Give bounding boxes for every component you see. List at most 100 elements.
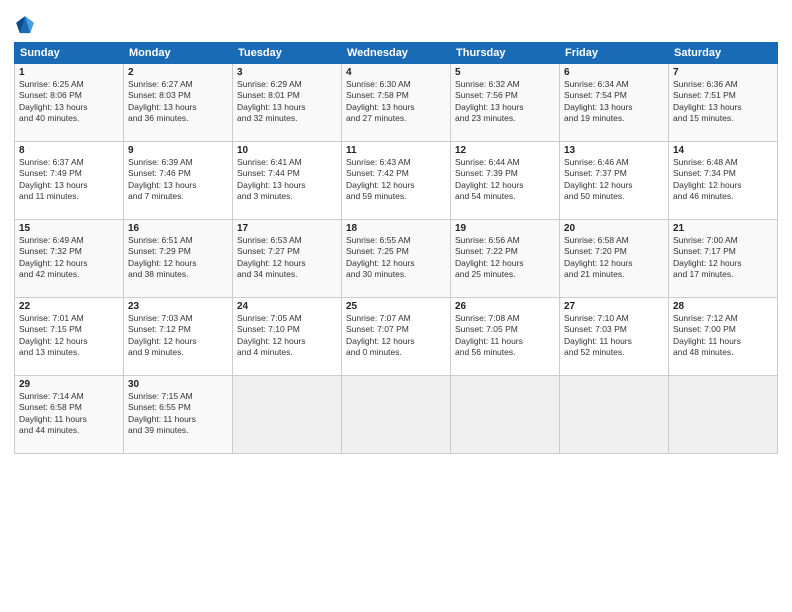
day-number: 24 xyxy=(237,301,337,312)
calendar-cell: 23Sunrise: 7:03 AM Sunset: 7:12 PM Dayli… xyxy=(124,298,233,376)
day-number: 1 xyxy=(19,67,119,78)
calendar-week-2: 8Sunrise: 6:37 AM Sunset: 7:49 PM Daylig… xyxy=(15,142,778,220)
calendar-cell: 19Sunrise: 6:56 AM Sunset: 7:22 PM Dayli… xyxy=(451,220,560,298)
calendar-cell: 25Sunrise: 7:07 AM Sunset: 7:07 PM Dayli… xyxy=(342,298,451,376)
calendar-cell xyxy=(342,376,451,454)
calendar-cell: 16Sunrise: 6:51 AM Sunset: 7:29 PM Dayli… xyxy=(124,220,233,298)
day-info: Sunrise: 7:03 AM Sunset: 7:12 PM Dayligh… xyxy=(128,313,228,359)
day-number: 20 xyxy=(564,223,664,234)
day-info: Sunrise: 7:01 AM Sunset: 7:15 PM Dayligh… xyxy=(19,313,119,359)
day-number: 6 xyxy=(564,67,664,78)
calendar-cell: 10Sunrise: 6:41 AM Sunset: 7:44 PM Dayli… xyxy=(233,142,342,220)
day-number: 12 xyxy=(455,145,555,156)
day-info: Sunrise: 6:46 AM Sunset: 7:37 PM Dayligh… xyxy=(564,157,664,203)
calendar-header-row: SundayMondayTuesdayWednesdayThursdayFrid… xyxy=(15,43,778,64)
day-info: Sunrise: 7:14 AM Sunset: 6:58 PM Dayligh… xyxy=(19,391,119,437)
day-number: 25 xyxy=(346,301,446,312)
calendar-cell: 13Sunrise: 6:46 AM Sunset: 7:37 PM Dayli… xyxy=(560,142,669,220)
calendar-cell: 17Sunrise: 6:53 AM Sunset: 7:27 PM Dayli… xyxy=(233,220,342,298)
day-info: Sunrise: 6:41 AM Sunset: 7:44 PM Dayligh… xyxy=(237,157,337,203)
calendar: SundayMondayTuesdayWednesdayThursdayFrid… xyxy=(14,42,778,454)
day-info: Sunrise: 6:53 AM Sunset: 7:27 PM Dayligh… xyxy=(237,235,337,281)
column-header-friday: Friday xyxy=(560,43,669,64)
calendar-cell: 26Sunrise: 7:08 AM Sunset: 7:05 PM Dayli… xyxy=(451,298,560,376)
calendar-week-4: 22Sunrise: 7:01 AM Sunset: 7:15 PM Dayli… xyxy=(15,298,778,376)
day-info: Sunrise: 6:37 AM Sunset: 7:49 PM Dayligh… xyxy=(19,157,119,203)
column-header-tuesday: Tuesday xyxy=(233,43,342,64)
day-number: 7 xyxy=(673,67,773,78)
calendar-cell: 2Sunrise: 6:27 AM Sunset: 8:03 PM Daylig… xyxy=(124,64,233,142)
day-number: 19 xyxy=(455,223,555,234)
day-info: Sunrise: 6:34 AM Sunset: 7:54 PM Dayligh… xyxy=(564,79,664,125)
day-info: Sunrise: 6:29 AM Sunset: 8:01 PM Dayligh… xyxy=(237,79,337,125)
calendar-body: 1Sunrise: 6:25 AM Sunset: 8:06 PM Daylig… xyxy=(15,64,778,454)
calendar-cell xyxy=(233,376,342,454)
day-info: Sunrise: 6:30 AM Sunset: 7:58 PM Dayligh… xyxy=(346,79,446,125)
day-info: Sunrise: 7:15 AM Sunset: 6:55 PM Dayligh… xyxy=(128,391,228,437)
day-info: Sunrise: 6:25 AM Sunset: 8:06 PM Dayligh… xyxy=(19,79,119,125)
day-info: Sunrise: 6:55 AM Sunset: 7:25 PM Dayligh… xyxy=(346,235,446,281)
column-header-monday: Monday xyxy=(124,43,233,64)
column-header-saturday: Saturday xyxy=(669,43,778,64)
column-header-sunday: Sunday xyxy=(15,43,124,64)
calendar-cell: 9Sunrise: 6:39 AM Sunset: 7:46 PM Daylig… xyxy=(124,142,233,220)
calendar-cell: 3Sunrise: 6:29 AM Sunset: 8:01 PM Daylig… xyxy=(233,64,342,142)
day-info: Sunrise: 7:07 AM Sunset: 7:07 PM Dayligh… xyxy=(346,313,446,359)
calendar-cell: 1Sunrise: 6:25 AM Sunset: 8:06 PM Daylig… xyxy=(15,64,124,142)
day-number: 14 xyxy=(673,145,773,156)
calendar-cell: 21Sunrise: 7:00 AM Sunset: 7:17 PM Dayli… xyxy=(669,220,778,298)
day-number: 26 xyxy=(455,301,555,312)
day-number: 10 xyxy=(237,145,337,156)
day-number: 23 xyxy=(128,301,228,312)
calendar-cell: 8Sunrise: 6:37 AM Sunset: 7:49 PM Daylig… xyxy=(15,142,124,220)
calendar-cell: 11Sunrise: 6:43 AM Sunset: 7:42 PM Dayli… xyxy=(342,142,451,220)
day-number: 2 xyxy=(128,67,228,78)
calendar-cell: 7Sunrise: 6:36 AM Sunset: 7:51 PM Daylig… xyxy=(669,64,778,142)
day-info: Sunrise: 7:08 AM Sunset: 7:05 PM Dayligh… xyxy=(455,313,555,359)
calendar-cell: 15Sunrise: 6:49 AM Sunset: 7:32 PM Dayli… xyxy=(15,220,124,298)
calendar-cell xyxy=(669,376,778,454)
calendar-cell: 29Sunrise: 7:14 AM Sunset: 6:58 PM Dayli… xyxy=(15,376,124,454)
day-info: Sunrise: 6:43 AM Sunset: 7:42 PM Dayligh… xyxy=(346,157,446,203)
calendar-cell: 28Sunrise: 7:12 AM Sunset: 7:00 PM Dayli… xyxy=(669,298,778,376)
day-info: Sunrise: 6:48 AM Sunset: 7:34 PM Dayligh… xyxy=(673,157,773,203)
calendar-cell: 14Sunrise: 6:48 AM Sunset: 7:34 PM Dayli… xyxy=(669,142,778,220)
calendar-week-5: 29Sunrise: 7:14 AM Sunset: 6:58 PM Dayli… xyxy=(15,376,778,454)
day-number: 18 xyxy=(346,223,446,234)
calendar-cell: 12Sunrise: 6:44 AM Sunset: 7:39 PM Dayli… xyxy=(451,142,560,220)
day-info: Sunrise: 6:44 AM Sunset: 7:39 PM Dayligh… xyxy=(455,157,555,203)
calendar-cell: 30Sunrise: 7:15 AM Sunset: 6:55 PM Dayli… xyxy=(124,376,233,454)
day-info: Sunrise: 7:10 AM Sunset: 7:03 PM Dayligh… xyxy=(564,313,664,359)
day-info: Sunrise: 7:05 AM Sunset: 7:10 PM Dayligh… xyxy=(237,313,337,359)
day-number: 9 xyxy=(128,145,228,156)
page: SundayMondayTuesdayWednesdayThursdayFrid… xyxy=(0,0,792,612)
day-info: Sunrise: 6:36 AM Sunset: 7:51 PM Dayligh… xyxy=(673,79,773,125)
calendar-cell xyxy=(560,376,669,454)
calendar-cell: 27Sunrise: 7:10 AM Sunset: 7:03 PM Dayli… xyxy=(560,298,669,376)
day-number: 8 xyxy=(19,145,119,156)
column-header-thursday: Thursday xyxy=(451,43,560,64)
day-number: 17 xyxy=(237,223,337,234)
day-number: 5 xyxy=(455,67,555,78)
day-number: 21 xyxy=(673,223,773,234)
day-info: Sunrise: 6:49 AM Sunset: 7:32 PM Dayligh… xyxy=(19,235,119,281)
calendar-week-1: 1Sunrise: 6:25 AM Sunset: 8:06 PM Daylig… xyxy=(15,64,778,142)
calendar-cell: 6Sunrise: 6:34 AM Sunset: 7:54 PM Daylig… xyxy=(560,64,669,142)
day-number: 4 xyxy=(346,67,446,78)
day-number: 27 xyxy=(564,301,664,312)
day-info: Sunrise: 6:58 AM Sunset: 7:20 PM Dayligh… xyxy=(564,235,664,281)
calendar-cell: 20Sunrise: 6:58 AM Sunset: 7:20 PM Dayli… xyxy=(560,220,669,298)
day-info: Sunrise: 6:56 AM Sunset: 7:22 PM Dayligh… xyxy=(455,235,555,281)
calendar-cell: 24Sunrise: 7:05 AM Sunset: 7:10 PM Dayli… xyxy=(233,298,342,376)
calendar-week-3: 15Sunrise: 6:49 AM Sunset: 7:32 PM Dayli… xyxy=(15,220,778,298)
day-number: 29 xyxy=(19,379,119,390)
day-number: 11 xyxy=(346,145,446,156)
day-info: Sunrise: 6:32 AM Sunset: 7:56 PM Dayligh… xyxy=(455,79,555,125)
day-number: 16 xyxy=(128,223,228,234)
day-info: Sunrise: 7:12 AM Sunset: 7:00 PM Dayligh… xyxy=(673,313,773,359)
column-header-wednesday: Wednesday xyxy=(342,43,451,64)
calendar-cell xyxy=(451,376,560,454)
logo xyxy=(14,14,40,36)
calendar-cell: 22Sunrise: 7:01 AM Sunset: 7:15 PM Dayli… xyxy=(15,298,124,376)
day-number: 3 xyxy=(237,67,337,78)
